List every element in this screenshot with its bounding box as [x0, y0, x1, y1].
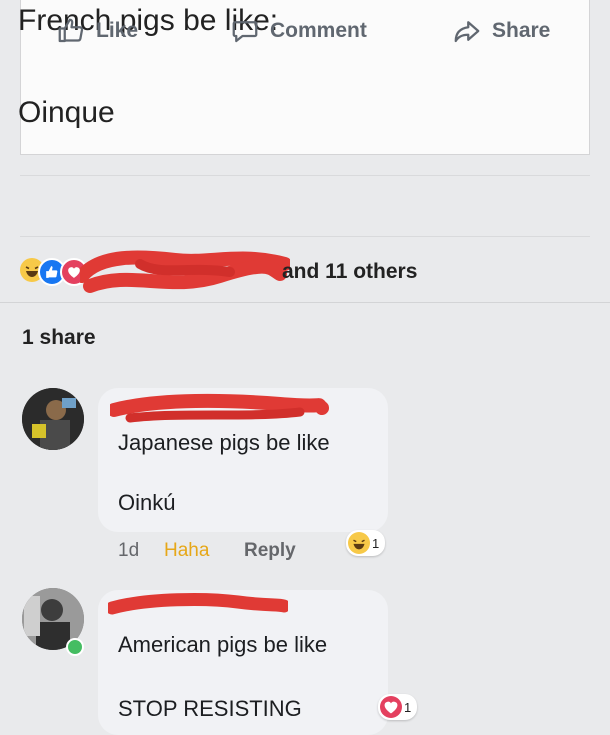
online-status-dot [66, 638, 84, 656]
comment-text-line-2: Oinkú [118, 490, 176, 515]
share-count[interactable]: 1 share [22, 326, 96, 350]
redacted-name [110, 393, 329, 423]
haha-icon [348, 532, 370, 554]
comment-reaction-badge[interactable]: 1 [378, 694, 418, 720]
share-arrow-icon [452, 16, 482, 46]
reaction-count: 1 [372, 535, 380, 551]
haha-reaction-link[interactable]: Haha [164, 540, 209, 562]
share-button[interactable]: Share [452, 16, 550, 46]
redacted-name [108, 593, 288, 615]
comment-text-line-1: American pigs be like [118, 632, 328, 657]
redacted-names [80, 250, 290, 293]
reactions-summary[interactable]: and 11 others [20, 250, 590, 293]
share-label: Share [492, 19, 551, 42]
comment-reaction-badge[interactable]: 1 [346, 530, 386, 556]
love-icon [380, 696, 402, 718]
like-label: Like [96, 19, 139, 42]
reaction-count: 1 [404, 699, 412, 715]
reply-link[interactable]: Reply [244, 540, 296, 562]
post-text-line-2: Oinque [18, 96, 115, 129]
thumbs-up-icon [56, 16, 86, 46]
comment-text-line-2: STOP RESISTING [118, 696, 302, 721]
divider [0, 302, 610, 303]
post-action-bar [20, 175, 590, 237]
avatar[interactable] [22, 388, 84, 450]
like-button[interactable]: Like [56, 16, 138, 46]
comment-button[interactable]: Comment [230, 16, 367, 46]
reactions-others-text: and 11 others [282, 260, 418, 283]
comment-label: Comment [270, 19, 367, 42]
comment-icon [230, 16, 260, 46]
comment-timestamp[interactable]: 1d [118, 540, 139, 562]
comment-text-line-1: Japanese pigs be like [118, 430, 330, 455]
